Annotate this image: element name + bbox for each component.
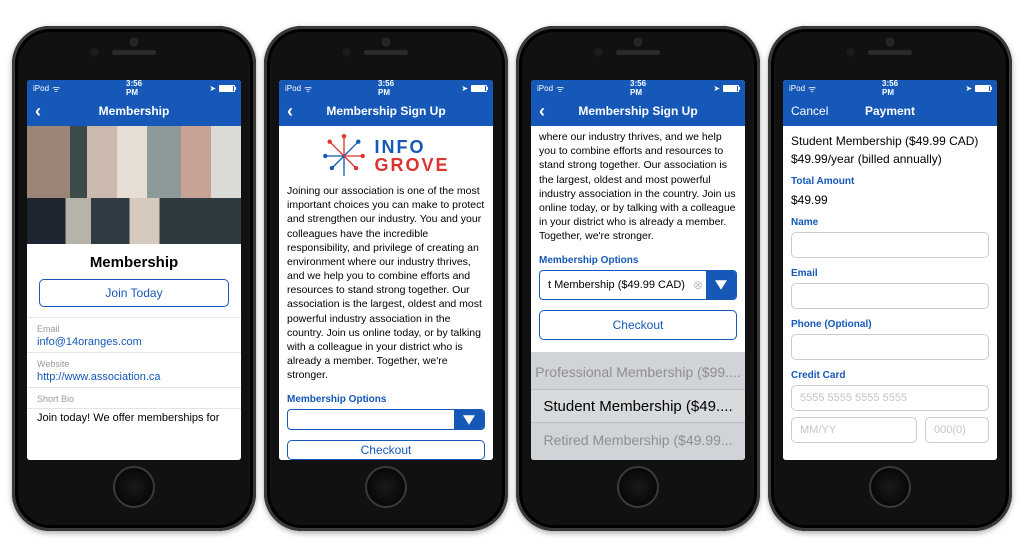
billing-line: $49.99/year (billed annually) — [783, 148, 997, 166]
nav-title: Payment — [865, 104, 915, 118]
wifi-icon: ᯤ — [52, 82, 60, 95]
battery-icon — [471, 85, 487, 92]
phone-frame: iPodᯤ 3:56 PM ➤ ‹ Membership Sign Up — [264, 26, 508, 531]
nav-title: Membership — [99, 104, 170, 118]
select-value: t Membership ($49.99 CAD) — [540, 279, 690, 291]
chevron-down-icon — [706, 271, 736, 299]
email-link[interactable]: info@14oranges.com — [37, 336, 231, 348]
clock: 3:56 PM — [882, 80, 898, 97]
picker-wheel[interactable]: Professional Membership ($99.... Student… — [531, 352, 745, 460]
status-bar: iPodᯤ 3:56 PM ➤ — [783, 80, 997, 96]
total-amount-label: Total Amount — [783, 166, 997, 191]
card-label: Credit Card — [783, 360, 997, 385]
location-icon: ➤ — [209, 84, 216, 93]
total-amount-value: $49.99 — [783, 191, 997, 207]
card-cvv-input[interactable]: 000(0) — [925, 417, 989, 443]
membership-options-label: Membership Options — [279, 382, 493, 409]
home-button[interactable] — [617, 466, 659, 508]
bio-field: Short Bio — [27, 387, 241, 409]
clock: 3:56 PM — [378, 80, 394, 97]
clock: 3:56 PM — [126, 80, 142, 97]
phone-input[interactable] — [791, 334, 989, 360]
status-bar: iPodᯤ 3:56 PM ➤ — [531, 80, 745, 96]
wifi-icon: ᯤ — [304, 82, 312, 95]
carrier-label: iPod — [537, 84, 553, 93]
wifi-icon: ᯤ — [808, 82, 816, 95]
phone-frame: iPodᯤ 3:56 PM ➤ ‹ Membership Membership … — [12, 26, 256, 531]
email-label: Email — [37, 324, 231, 334]
home-button[interactable] — [365, 466, 407, 508]
location-icon: ➤ — [461, 84, 468, 93]
carrier-label: iPod — [789, 84, 805, 93]
email-label: Email — [783, 258, 997, 283]
page-heading: Membership — [27, 244, 241, 279]
screen-payment: iPodᯤ 3:56 PM ➤ Cancel Payment Student M… — [783, 80, 997, 460]
card-number-input[interactable]: 5555 5555 5555 5555 — [791, 385, 989, 411]
home-button[interactable] — [869, 466, 911, 508]
logo-mark-icon — [322, 134, 366, 178]
cancel-button[interactable]: Cancel — [791, 104, 828, 118]
picker-option[interactable]: Professional Membership ($99.... — [531, 355, 745, 389]
membership-select[interactable] — [287, 409, 485, 429]
phone-label: Phone (Optional) — [783, 309, 997, 334]
back-icon[interactable]: ‹ — [539, 102, 545, 120]
status-bar: iPodᯤ 3:56 PM ➤ — [279, 80, 493, 96]
phone-frame: iPodᯤ 3:56 PM ➤ Cancel Payment Student M… — [768, 26, 1012, 531]
intro-paragraph: Joining our association is one of the mo… — [279, 184, 493, 382]
nav-bar: ‹ Membership Sign Up — [531, 96, 745, 126]
clock: 3:56 PM — [630, 80, 646, 97]
membership-select[interactable]: t Membership ($49.99 CAD) ⊗ — [539, 270, 737, 300]
bio-label: Short Bio — [37, 394, 231, 404]
back-icon[interactable]: ‹ — [287, 102, 293, 120]
clear-icon[interactable]: ⊗ — [690, 278, 706, 292]
nav-title: Membership Sign Up — [578, 104, 697, 118]
picker-option[interactable]: Retired Membership ($49.99... — [531, 423, 745, 457]
email-field: Email info@14oranges.com — [27, 317, 241, 352]
picker-option-selected[interactable]: Student Membership ($49.... — [531, 389, 745, 423]
email-input[interactable] — [791, 283, 989, 309]
screen-signup-picker: iPodᯤ 3:56 PM ➤ ‹ Membership Sign Up whe… — [531, 80, 745, 460]
intro-paragraph-continued: where our industry thrives, and we help … — [531, 126, 745, 243]
logo: INFO GROVE — [279, 126, 493, 184]
phone-frame: iPodᯤ 3:56 PM ➤ ‹ Membership Sign Up whe… — [516, 26, 760, 531]
wifi-icon: ᯤ — [556, 82, 564, 95]
website-field: Website http://www.association.ca — [27, 352, 241, 387]
chevron-down-icon — [454, 410, 484, 428]
battery-icon — [975, 85, 991, 92]
logo-word1: INFO — [374, 138, 449, 156]
name-input[interactable] — [791, 232, 989, 258]
checkout-button[interactable]: Checkout — [287, 440, 485, 460]
membership-options-label: Membership Options — [531, 243, 745, 270]
checkout-button[interactable]: Checkout — [539, 310, 737, 340]
name-label: Name — [783, 207, 997, 232]
back-icon[interactable]: ‹ — [35, 102, 41, 120]
nav-title: Membership Sign Up — [326, 104, 445, 118]
bio-text: Join today! We offer memberships for — [27, 409, 241, 426]
hero-image — [27, 126, 241, 244]
nav-bar: Cancel Payment — [783, 96, 997, 126]
nav-bar: ‹ Membership — [27, 96, 241, 126]
logo-word2: GROVE — [374, 156, 449, 174]
screen-signup: iPodᯤ 3:56 PM ➤ ‹ Membership Sign Up — [279, 80, 493, 460]
carrier-label: iPod — [33, 84, 49, 93]
nav-bar: ‹ Membership Sign Up — [279, 96, 493, 126]
status-bar: iPodᯤ 3:56 PM ➤ — [27, 80, 241, 96]
battery-icon — [219, 85, 235, 92]
website-label: Website — [37, 359, 231, 369]
card-expiry-input[interactable]: MM/YY — [791, 417, 917, 443]
carrier-label: iPod — [285, 84, 301, 93]
home-button[interactable] — [113, 466, 155, 508]
product-line: Student Membership ($49.99 CAD) — [783, 126, 997, 148]
battery-icon — [723, 85, 739, 92]
location-icon: ➤ — [965, 84, 972, 93]
join-today-button[interactable]: Join Today — [39, 279, 229, 307]
screen-membership: iPodᯤ 3:56 PM ➤ ‹ Membership Membership … — [27, 80, 241, 460]
location-icon: ➤ — [713, 84, 720, 93]
website-link[interactable]: http://www.association.ca — [37, 371, 231, 383]
